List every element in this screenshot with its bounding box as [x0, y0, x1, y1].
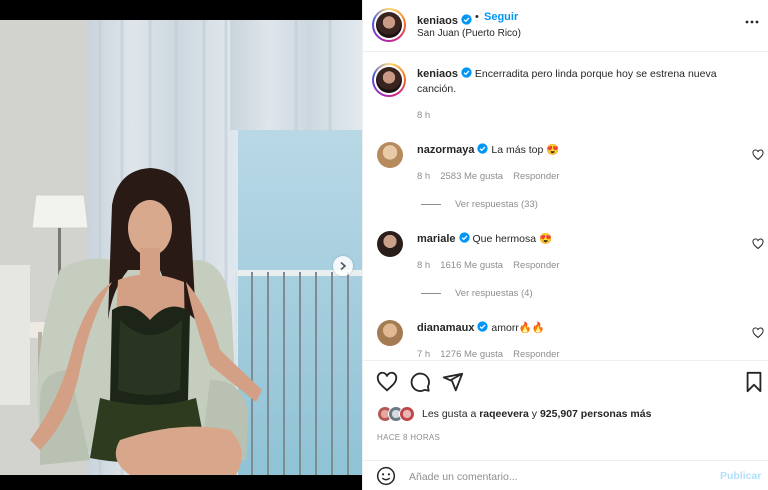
- comment-meta: 8 h 1616 Me gusta Responder: [417, 260, 570, 271]
- comment-likes[interactable]: 2583 Me gusta: [440, 171, 503, 182]
- comment-text: La más top: [491, 144, 544, 156]
- comment-time[interactable]: 8 h: [417, 260, 430, 271]
- comment-time[interactable]: 7 h: [417, 349, 430, 359]
- author-username[interactable]: keniaos: [417, 15, 458, 27]
- comment: dianamaux amorr🔥🔥: [417, 321, 545, 336]
- likes-conjunction: y: [531, 408, 538, 420]
- follow-button[interactable]: Seguir: [484, 11, 518, 23]
- comment-avatar[interactable]: [377, 320, 403, 346]
- comment-time[interactable]: 8 h: [417, 171, 430, 182]
- more-options-icon[interactable]: [744, 14, 760, 30]
- post-timestamp[interactable]: HACE 8 HORAS: [377, 433, 440, 442]
- verified-badge-icon: [461, 67, 472, 78]
- header-separator: •: [475, 11, 479, 23]
- caption: keniaos Encerradita pero linda porque ho…: [417, 67, 747, 97]
- liker-username[interactable]: raqeevera: [479, 408, 529, 420]
- reply-button[interactable]: Responder: [513, 349, 559, 359]
- next-media-button[interactable]: [333, 256, 353, 276]
- post-details-panel: keniaos • Seguir San Juan (Puerto Rico) …: [362, 0, 768, 490]
- comment-avatar[interactable]: [377, 142, 403, 168]
- comment-likes[interactable]: 1616 Me gusta: [440, 260, 503, 271]
- heart-icon[interactable]: [752, 238, 764, 250]
- chevron-right-icon: [340, 261, 347, 271]
- verified-badge-icon: [477, 143, 489, 154]
- comment-meta: 8 h 2583 Me gusta Responder: [417, 171, 570, 182]
- comment-text: amorr: [491, 322, 519, 334]
- comments-list[interactable]: keniaos Encerradita pero linda porque ho…: [363, 53, 768, 359]
- reply-button[interactable]: Responder: [513, 260, 559, 271]
- comment: mariale Que hermosa 😍: [417, 232, 552, 247]
- post-photo: [0, 20, 362, 475]
- publish-button[interactable]: Publicar: [720, 470, 761, 482]
- media-bottom-band: [0, 475, 362, 490]
- comment-text: Que hermosa: [472, 233, 537, 245]
- post-location[interactable]: San Juan (Puerto Rico): [417, 28, 521, 39]
- view-replies-button[interactable]: Ver respuestas (33): [421, 199, 538, 210]
- caption-username[interactable]: keniaos: [417, 68, 458, 80]
- comment-username[interactable]: dianamaux: [417, 322, 474, 334]
- comment-emoji: 😍: [546, 144, 560, 156]
- comment-meta: 7 h 1276 Me gusta Responder: [417, 349, 570, 359]
- add-comment-bar: Publicar: [363, 460, 768, 490]
- verified-badge-icon: [477, 321, 489, 332]
- post-actions: Les gusta a raqeevera y 925,907 personas…: [363, 360, 768, 490]
- verified-badge-icon: [458, 232, 470, 243]
- post-media[interactable]: [0, 20, 362, 475]
- caption-timestamp[interactable]: 8 h: [417, 110, 430, 121]
- heart-icon[interactable]: [752, 327, 764, 339]
- comment-emoji: 🔥🔥: [518, 322, 545, 334]
- emoji-icon[interactable]: [376, 466, 396, 486]
- comment-icon[interactable]: [409, 371, 431, 393]
- likes-prefix: Les gusta a: [422, 408, 477, 420]
- comment-avatar[interactable]: [377, 231, 403, 257]
- reply-button[interactable]: Responder: [513, 171, 559, 182]
- instagram-post-modal: keniaos • Seguir San Juan (Puerto Rico) …: [0, 0, 768, 490]
- likes-summary: Les gusta a raqeevera y 925,907 personas…: [377, 406, 651, 422]
- liker-avatar: [399, 406, 415, 422]
- author-name-row: keniaos: [417, 11, 472, 29]
- caption-time: 8 h: [417, 110, 440, 121]
- heart-icon[interactable]: [376, 371, 398, 393]
- comment-username[interactable]: nazormaya: [417, 144, 474, 156]
- author-avatar[interactable]: [372, 8, 406, 42]
- comment: nazormaya La más top 😍: [417, 143, 559, 158]
- share-icon[interactable]: [442, 371, 464, 393]
- bookmark-icon[interactable]: [743, 371, 765, 393]
- comment-username[interactable]: mariale: [417, 233, 456, 245]
- comment-input[interactable]: [409, 469, 699, 485]
- likes-text: Les gusta a raqeevera y 925,907 personas…: [422, 408, 651, 420]
- media-top-band: [0, 0, 362, 20]
- likes-count[interactable]: 925,907 personas más: [540, 408, 652, 420]
- post-header: keniaos • Seguir San Juan (Puerto Rico): [363, 0, 768, 52]
- view-replies-button[interactable]: Ver respuestas (4): [421, 288, 533, 299]
- comment-emoji: 😍: [539, 233, 553, 245]
- view-replies-label: Ver respuestas (4): [455, 288, 533, 299]
- caption-avatar[interactable]: [372, 63, 406, 97]
- comment-likes[interactable]: 1276 Me gusta: [440, 349, 503, 359]
- view-replies-label: Ver respuestas (33): [455, 199, 538, 210]
- verified-badge-icon: [461, 14, 472, 25]
- heart-icon[interactable]: [752, 149, 764, 161]
